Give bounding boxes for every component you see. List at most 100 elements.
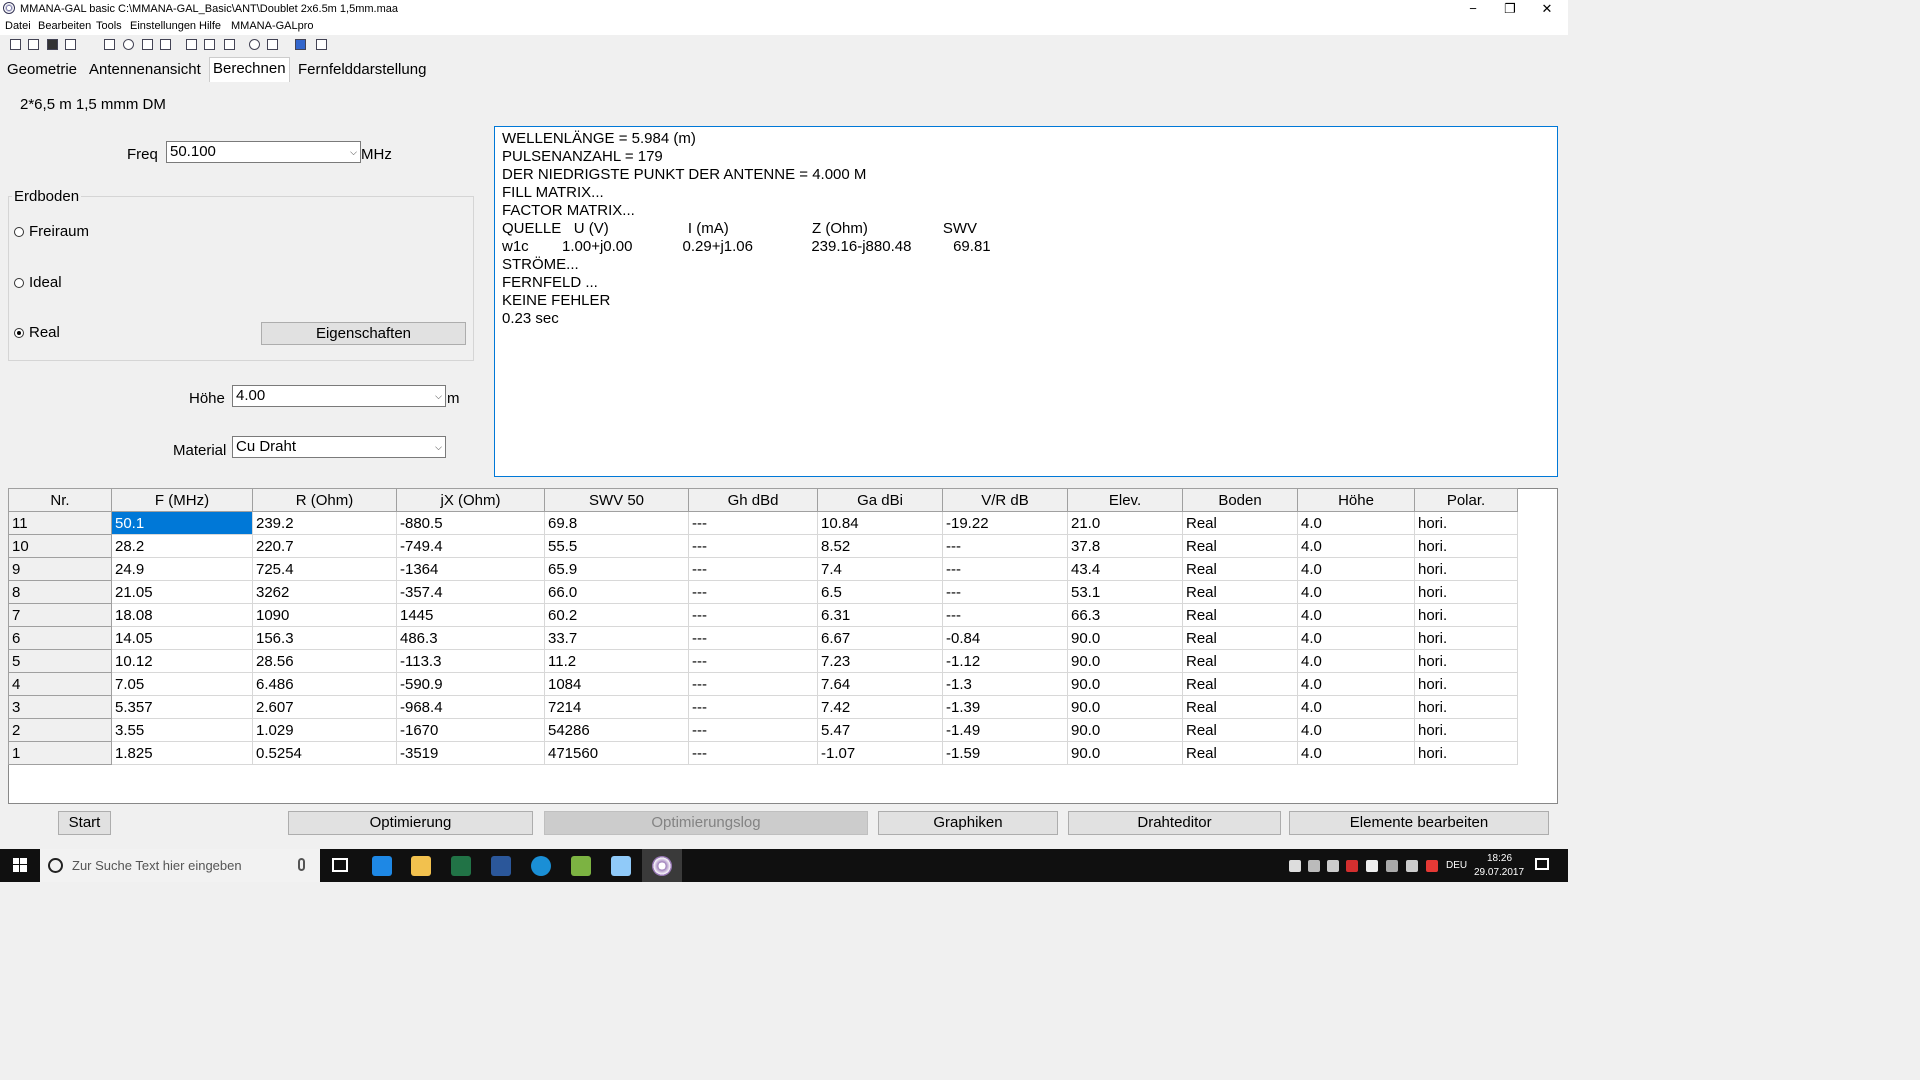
table-cell[interactable]: 4.0 [1297, 534, 1415, 558]
duplicate-icon[interactable] [267, 39, 278, 50]
table-cell[interactable]: hori. [1414, 511, 1518, 535]
graphiken-button[interactable]: Graphiken [878, 811, 1058, 835]
menu-mmana-galpro[interactable]: MMANA-GALpro [231, 20, 314, 32]
table-cell[interactable]: 21.05 [111, 580, 253, 604]
menu-datei[interactable]: Datei [5, 20, 31, 32]
table-cell[interactable]: hori. [1414, 557, 1518, 581]
table-cell[interactable]: Real [1182, 626, 1298, 650]
menu-hilfe[interactable]: Hilfe [199, 20, 221, 32]
column-header[interactable]: Nr. [8, 488, 112, 512]
row-number-cell[interactable]: 9 [8, 557, 112, 581]
table-cell[interactable]: hori. [1414, 695, 1518, 719]
volume-icon[interactable] [1327, 860, 1339, 872]
table-cell[interactable]: -1.39 [942, 695, 1068, 719]
radio-real-label[interactable]: Real [29, 324, 60, 341]
column-header[interactable]: Polar. [1414, 488, 1518, 512]
new-file-icon[interactable] [10, 39, 21, 50]
table-cell[interactable]: 24.9 [111, 557, 253, 581]
table-row[interactable]: 8 21.05 3262 -357.4 66.0 --- 6.5 --- 53.1 Real 4.… [8, 580, 1518, 604]
antivirus-icon[interactable] [1426, 860, 1438, 872]
task-view-icon[interactable] [332, 858, 348, 872]
table-row[interactable]: 9 24.9 725.4 -1364 65.9 --- 7.4 --- 43.4 Real 4.0… [8, 557, 1518, 581]
table-cell[interactable]: 43.4 [1067, 557, 1183, 581]
table-cell[interactable]: 1090 [252, 603, 397, 627]
table-cell[interactable]: 7214 [544, 695, 689, 719]
table-cell[interactable]: -968.4 [396, 695, 545, 719]
table-cell[interactable]: 10.84 [817, 511, 943, 535]
table-cell[interactable]: 1.029 [252, 718, 397, 742]
table-cell[interactable]: -1364 [396, 557, 545, 581]
target-icon[interactable] [249, 39, 260, 50]
battery-icon[interactable] [1406, 860, 1418, 872]
table-cell[interactable]: -1.3 [942, 672, 1068, 696]
table-cell[interactable]: 66.3 [1067, 603, 1183, 627]
table-cell[interactable]: Real [1182, 603, 1298, 627]
table-row[interactable]: 1 1.825 0.5254 -3519 471560 --- -1.07 -1.59 90.0… [8, 741, 1518, 765]
table-cell[interactable]: 471560 [544, 741, 689, 765]
microphone-icon[interactable] [298, 858, 305, 871]
table-cell[interactable]: --- [688, 603, 818, 627]
tab-geometrie[interactable]: Geometrie [4, 59, 80, 81]
table-cell[interactable]: --- [688, 672, 818, 696]
column-header[interactable]: Höhe [1297, 488, 1415, 512]
open-folder-icon[interactable] [28, 39, 39, 50]
table-cell[interactable]: 4.0 [1297, 672, 1415, 696]
table-cell[interactable]: -19.22 [942, 511, 1068, 535]
table-cell[interactable]: 90.0 [1067, 718, 1183, 742]
table-cell[interactable]: 28.56 [252, 649, 397, 673]
edge-browser-icon[interactable] [372, 856, 392, 876]
table-cell[interactable]: 4.0 [1297, 718, 1415, 742]
table-cell[interactable]: 3262 [252, 580, 397, 604]
table-cell[interactable]: 725.4 [252, 557, 397, 581]
mmana-taskbar-button[interactable] [642, 849, 682, 882]
table-cell[interactable]: 239.2 [252, 511, 397, 535]
restore-button[interactable]: ❐ [1493, 0, 1527, 18]
table-cell[interactable]: 2.607 [252, 695, 397, 719]
table-cell[interactable]: 5.47 [817, 718, 943, 742]
table-cell[interactable]: --- [942, 534, 1068, 558]
table-cell[interactable]: --- [688, 511, 818, 535]
table-cell[interactable]: 65.9 [544, 557, 689, 581]
row-number-cell[interactable]: 7 [8, 603, 112, 627]
wifi-icon[interactable] [1308, 860, 1320, 872]
table-row[interactable]: 7 18.08 1090 1445 60.2 --- 6.31 --- 66.3 Real 4.0… [8, 603, 1518, 627]
table-cell[interactable]: 21.0 [1067, 511, 1183, 535]
height-combobox[interactable]: 4.00 ⌵ [232, 385, 446, 407]
radio-real[interactable] [14, 328, 24, 338]
clock-date[interactable]: 29.07.2017 [1474, 867, 1524, 878]
table-cell[interactable]: -1.07 [817, 741, 943, 765]
table-cell[interactable]: -3519 [396, 741, 545, 765]
table-cell[interactable]: --- [688, 580, 818, 604]
table-cell[interactable]: 4.0 [1297, 580, 1415, 604]
table-cell[interactable]: 4.0 [1297, 511, 1415, 535]
table-cell[interactable]: Real [1182, 534, 1298, 558]
column-header[interactable]: Boden [1182, 488, 1298, 512]
menu-tools[interactable]: Tools [96, 20, 122, 32]
table-cell[interactable]: 6.5 [817, 580, 943, 604]
cloud-icon[interactable] [1386, 860, 1398, 872]
table-cell[interactable]: 4.0 [1297, 603, 1415, 627]
table-cell[interactable]: 90.0 [1067, 695, 1183, 719]
table-cell[interactable]: 53.1 [1067, 580, 1183, 604]
language-indicator[interactable]: DEU [1446, 860, 1467, 871]
table-cell[interactable]: hori. [1414, 626, 1518, 650]
row-number-cell[interactable]: 2 [8, 718, 112, 742]
tab-antennenansicht[interactable]: Antennenansicht [86, 59, 204, 81]
table-cell[interactable]: -880.5 [396, 511, 545, 535]
table-cell[interactable]: -749.4 [396, 534, 545, 558]
table-cell[interactable]: --- [688, 695, 818, 719]
start-button[interactable]: Start [58, 811, 111, 835]
table-cell[interactable]: 1445 [396, 603, 545, 627]
row-number-cell[interactable]: 8 [8, 580, 112, 604]
file-explorer-icon[interactable] [411, 856, 431, 876]
table-cell[interactable]: --- [942, 580, 1068, 604]
taskbar-search-box[interactable]: Zur Suche Text hier eingeben [40, 849, 320, 882]
table-cell[interactable]: hori. [1414, 534, 1518, 558]
table-cell[interactable]: 7.05 [111, 672, 253, 696]
clock-time[interactable]: 18:26 [1487, 853, 1512, 864]
row-number-cell[interactable]: 1 [8, 741, 112, 765]
table-cell[interactable]: 28.2 [111, 534, 253, 558]
column-header[interactable]: SWV 50 [544, 488, 689, 512]
page-icon[interactable] [186, 39, 197, 50]
table-cell[interactable]: -1670 [396, 718, 545, 742]
